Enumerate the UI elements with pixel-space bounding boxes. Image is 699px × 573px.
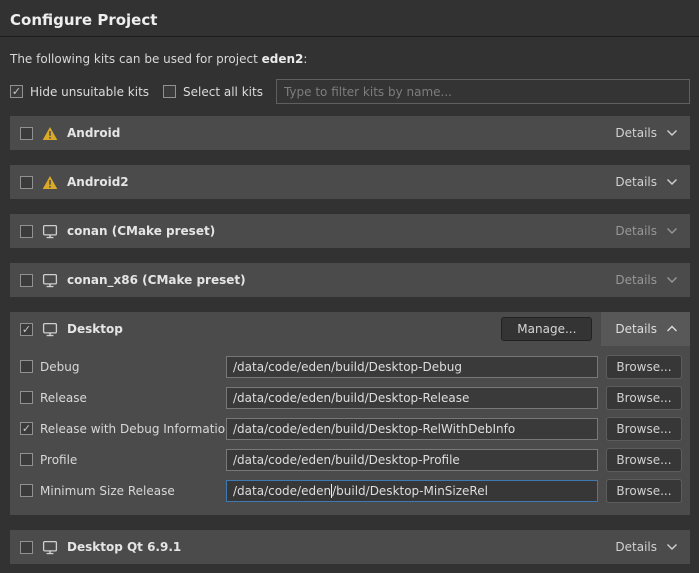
hide-unsuitable-kits-option[interactable]: Hide unsuitable kits xyxy=(10,85,149,99)
kit-header[interactable]: Desktop Qt 6.9.1 Details xyxy=(10,530,690,564)
kit-row-android: Android Details xyxy=(10,116,690,150)
kit-name: Desktop xyxy=(67,322,123,336)
kit-name: conan (CMake preset) xyxy=(67,224,215,238)
kit-name: Android2 xyxy=(67,175,129,189)
hide-unsuitable-kits-label[interactable]: Hide unsuitable kits xyxy=(30,85,149,99)
kit-header[interactable]: conan_x86 (CMake preset) Details xyxy=(10,263,690,297)
details-toggle[interactable]: Details xyxy=(601,263,690,297)
manage-button[interactable]: Manage... xyxy=(501,317,592,341)
kit-header[interactable]: Android2 Details xyxy=(10,165,690,199)
desktop-icon xyxy=(42,322,58,337)
build-config-checkbox[interactable] xyxy=(20,391,33,404)
kit-checkbox[interactable] xyxy=(20,127,33,140)
warning-icon xyxy=(42,175,58,190)
kit-controls: Hide unsuitable kits Select all kits xyxy=(10,79,690,104)
browse-button[interactable]: Browse... xyxy=(606,448,682,472)
kit-header[interactable]: conan (CMake preset) Details xyxy=(10,214,690,248)
details-toggle[interactable]: Details xyxy=(601,214,690,248)
details-toggle[interactable]: Details xyxy=(601,312,690,346)
build-config-label: Release xyxy=(40,391,226,405)
intro-prefix: The following kits can be used for proje… xyxy=(10,52,262,66)
build-config-label: Minimum Size Release xyxy=(40,484,226,498)
kit-list: Android Details Android2 Details xyxy=(10,116,690,564)
select-all-kits-option[interactable]: Select all kits xyxy=(163,85,263,99)
details-toggle[interactable]: Details xyxy=(601,116,690,150)
chevron-down-icon xyxy=(666,227,678,235)
desktop-icon xyxy=(42,224,58,239)
build-config-release: Release /data/code/eden/build/Desktop-Re… xyxy=(20,382,682,413)
desktop-icon xyxy=(42,540,58,555)
kit-checkbox[interactable] xyxy=(20,541,33,554)
browse-button[interactable]: Browse... xyxy=(606,355,682,379)
kit-row-android2: Android2 Details xyxy=(10,165,690,199)
details-toggle[interactable]: Details xyxy=(601,165,690,199)
warning-icon xyxy=(42,126,58,141)
build-config-label: Release with Debug Information xyxy=(40,422,226,436)
build-config-debug: Debug /data/code/eden/build/Desktop-Debu… xyxy=(20,351,682,382)
kit-row-conan-x86: conan_x86 (CMake preset) Details xyxy=(10,263,690,297)
build-config-checkbox[interactable] xyxy=(20,484,33,497)
browse-button[interactable]: Browse... xyxy=(606,479,682,503)
build-dir-input[interactable]: /data/code/eden/build/Desktop-Debug xyxy=(226,356,598,378)
page-title: Configure Project xyxy=(10,11,689,29)
kit-row-desktop: Desktop Manage... Details Debug /data/co… xyxy=(10,312,690,515)
chevron-down-icon xyxy=(666,178,678,186)
kit-checkbox[interactable] xyxy=(20,323,33,336)
build-dir-input[interactable]: /data/code/eden/build/Desktop-Release xyxy=(226,387,598,409)
browse-button[interactable]: Browse... xyxy=(606,417,682,441)
build-config-label: Profile xyxy=(40,453,226,467)
build-config-relwithdebinfo: Release with Debug Information /data/cod… xyxy=(20,413,682,444)
build-dir-input[interactable]: /data/code/eden/build/Desktop-RelWithDeb… xyxy=(226,418,598,440)
build-dir-input-focused[interactable]: /data/code/eden/build/Desktop-MinSizeRel xyxy=(226,480,598,502)
build-config-checkbox[interactable] xyxy=(20,422,33,435)
chevron-down-icon xyxy=(666,129,678,137)
project-name: eden2 xyxy=(262,52,304,66)
kit-filter-input[interactable] xyxy=(276,79,690,104)
title-separator xyxy=(0,36,699,37)
kit-row-desktop-qt: Desktop Qt 6.9.1 Details xyxy=(10,530,690,564)
kit-header[interactable]: Android Details xyxy=(10,116,690,150)
kit-name: Android xyxy=(67,126,120,140)
build-config-minsizerel: Minimum Size Release /data/code/eden/bui… xyxy=(20,475,682,506)
intro-suffix: : xyxy=(303,52,307,66)
chevron-down-icon xyxy=(666,543,678,551)
kit-checkbox[interactable] xyxy=(20,225,33,238)
details-toggle[interactable]: Details xyxy=(601,530,690,564)
build-dir-input[interactable]: /data/code/eden/build/Desktop-Profile xyxy=(226,449,598,471)
desktop-build-configs: Debug /data/code/eden/build/Desktop-Debu… xyxy=(10,346,690,515)
browse-button[interactable]: Browse... xyxy=(606,386,682,410)
build-config-profile: Profile /data/code/eden/build/Desktop-Pr… xyxy=(20,444,682,475)
chevron-down-icon xyxy=(666,276,678,284)
hide-unsuitable-kits-checkbox[interactable] xyxy=(10,85,23,98)
chevron-up-icon xyxy=(666,325,678,333)
intro-text: The following kits can be used for proje… xyxy=(10,52,689,66)
build-config-checkbox[interactable] xyxy=(20,453,33,466)
desktop-icon xyxy=(42,273,58,288)
select-all-kits-label[interactable]: Select all kits xyxy=(183,85,263,99)
select-all-kits-checkbox[interactable] xyxy=(163,85,176,98)
kit-checkbox[interactable] xyxy=(20,274,33,287)
kit-row-conan: conan (CMake preset) Details xyxy=(10,214,690,248)
kit-name: conan_x86 (CMake preset) xyxy=(67,273,246,287)
kit-header[interactable]: Desktop Manage... Details xyxy=(10,312,690,346)
kit-name: Desktop Qt 6.9.1 xyxy=(67,540,181,554)
build-config-label: Debug xyxy=(40,360,226,374)
kit-checkbox[interactable] xyxy=(20,176,33,189)
build-config-checkbox[interactable] xyxy=(20,360,33,373)
